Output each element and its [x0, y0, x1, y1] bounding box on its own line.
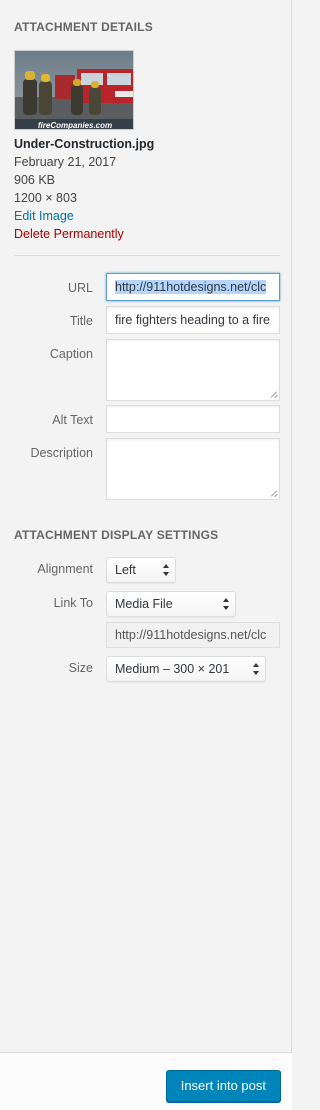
attachment-filesize: 906 KB	[14, 173, 56, 187]
link-to-value: Media File	[115, 597, 173, 611]
caption-textarea[interactable]	[106, 339, 280, 401]
description-textarea[interactable]	[106, 438, 280, 500]
resize-grip-icon[interactable]	[269, 489, 277, 497]
description-label: Description	[30, 446, 93, 460]
caption-label: Caption	[49, 347, 93, 361]
size-select[interactable]: Medium – 300 × 201	[106, 656, 266, 682]
alignment-value: Left	[115, 563, 136, 577]
thumbnail-watermark: fireCompanies.com	[38, 121, 112, 130]
url-field[interactable]: http://911hotdesigns.net/clc	[106, 273, 280, 301]
size-value: Medium – 300 × 201	[115, 662, 230, 676]
delete-permanently-link[interactable]: Delete Permanently	[14, 227, 124, 241]
attachment-details-heading: ATTACHMENT DETAILS	[14, 20, 153, 34]
alignment-label: Alignment	[37, 562, 93, 576]
alt-text-label: Alt Text	[52, 413, 93, 427]
alignment-select[interactable]: Left	[106, 557, 176, 583]
url-value: http://911hotdesigns.net/clc	[115, 280, 267, 294]
title-field[interactable]: fire fighters heading to a fire	[106, 306, 280, 334]
select-arrows-icon	[163, 564, 169, 576]
display-settings-heading: ATTACHMENT DISPLAY SETTINGS	[14, 528, 219, 542]
select-arrows-icon	[253, 663, 259, 675]
thumbnail-image: fireCompanies.com	[15, 51, 133, 130]
attachment-thumbnail: fireCompanies.com	[14, 50, 134, 130]
insert-into-post-button[interactable]: Insert into post	[165, 1070, 281, 1102]
edit-image-link[interactable]: Edit Image	[14, 209, 74, 223]
link-to-select[interactable]: Media File	[106, 591, 236, 617]
link-url-field[interactable]: http://911hotdesigns.net/clc	[106, 622, 280, 648]
attachment-date: February 21, 2017	[14, 155, 117, 169]
select-arrows-icon	[223, 598, 229, 610]
media-toolbar: Insert into post	[0, 1052, 292, 1110]
divider	[14, 255, 280, 256]
title-label: Title	[69, 314, 93, 328]
size-label: Size	[68, 661, 93, 675]
alt-text-field[interactable]	[106, 405, 280, 433]
attachment-dimensions: 1200 × 803	[14, 191, 77, 205]
attachment-details-panel: ATTACHMENT DETAILS fireCompanies.com Und…	[0, 0, 292, 1052]
attachment-filename: Under-Construction.jpg	[14, 137, 155, 151]
resize-grip-icon[interactable]	[269, 390, 277, 398]
link-to-label: Link To	[53, 596, 93, 610]
url-label: URL	[67, 281, 93, 295]
